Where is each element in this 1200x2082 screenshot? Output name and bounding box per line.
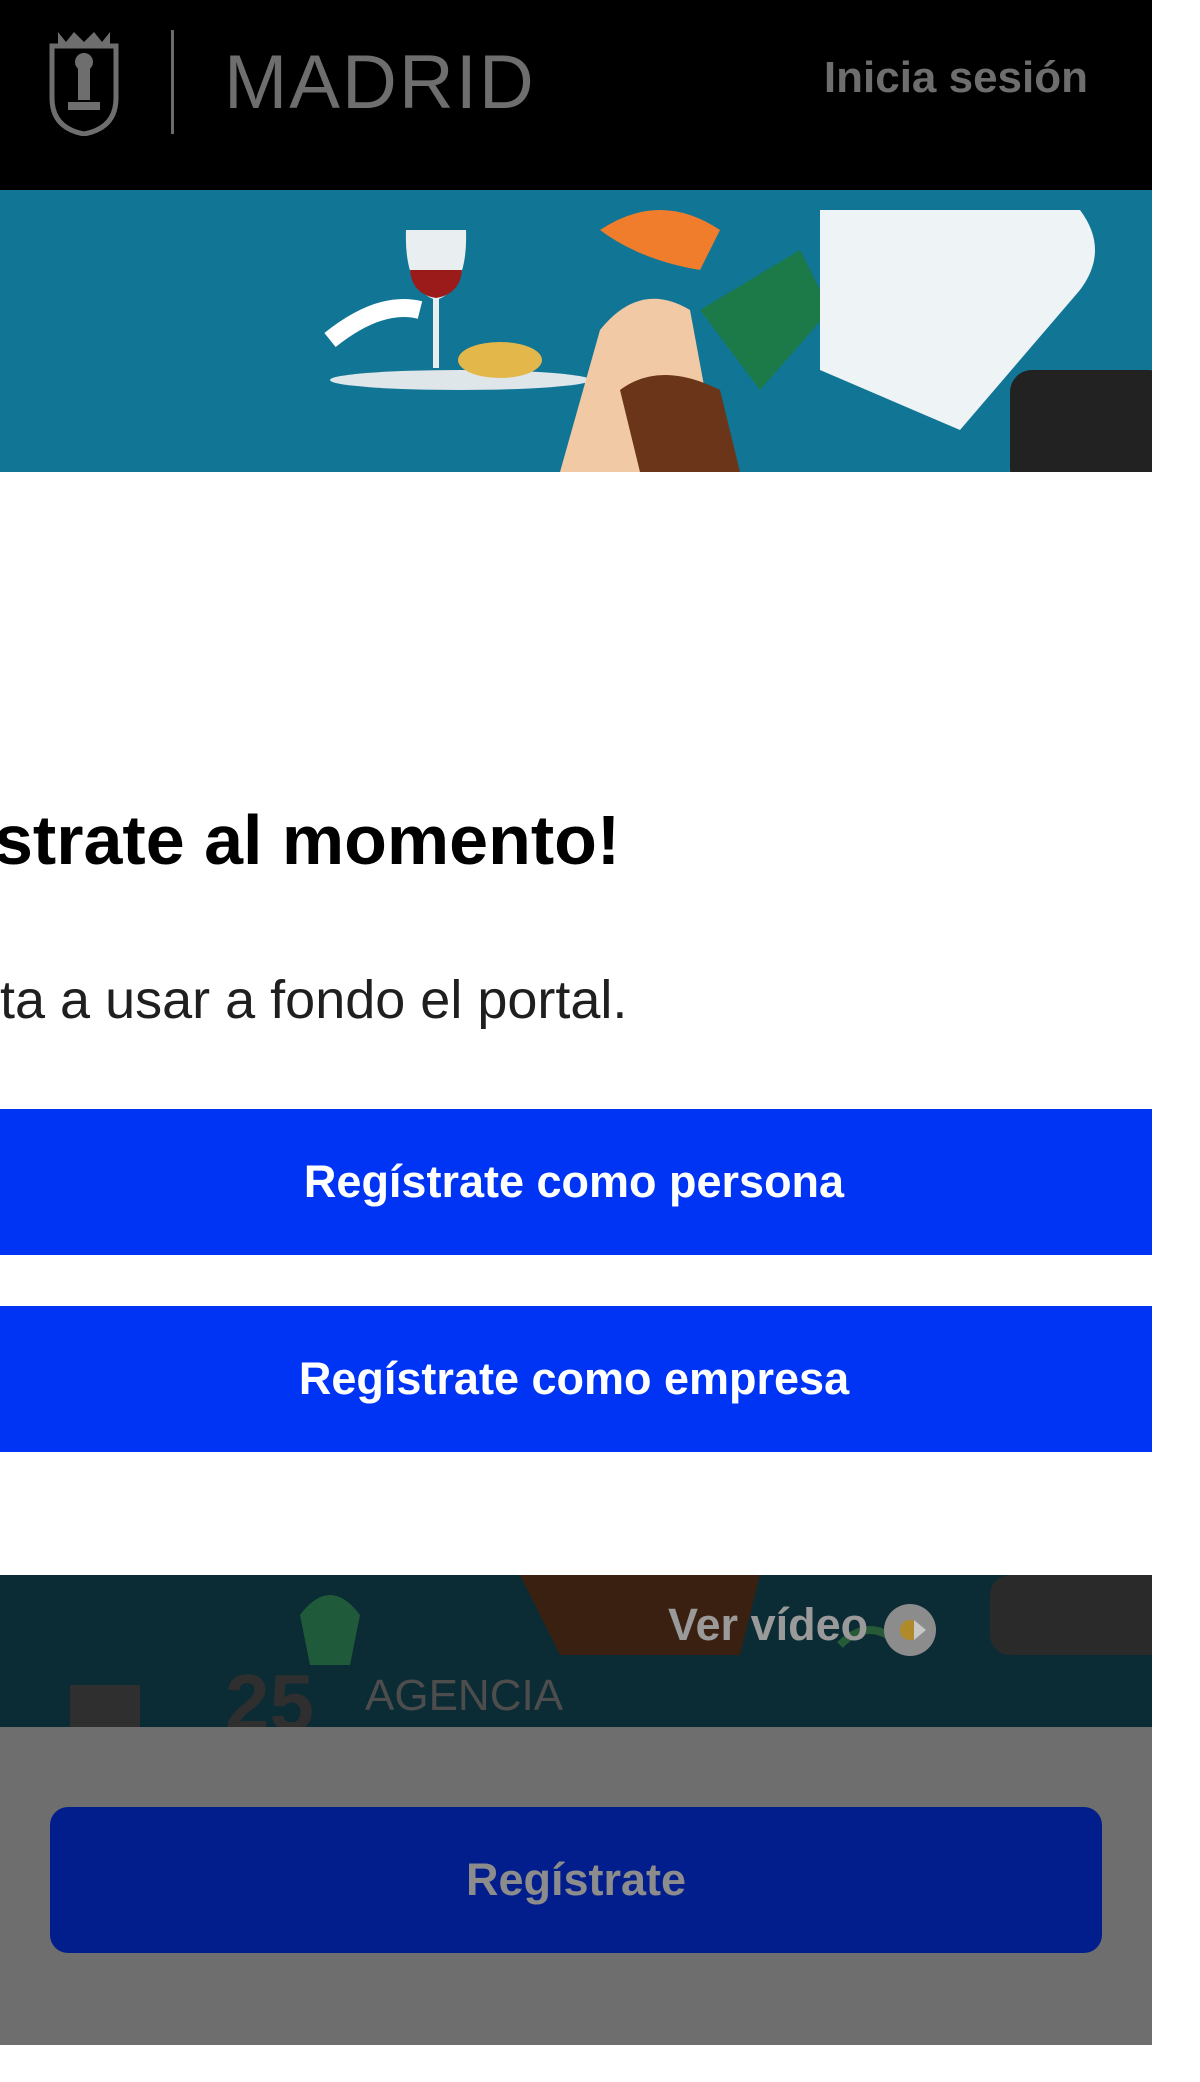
footer-overlay: Regístrate: [0, 1727, 1152, 2045]
register-button-label: Regístrate: [465, 1854, 687, 1905]
modal-heading: strate al momento!: [0, 801, 621, 879]
watch-video-link[interactable]: Ver vídeo: [668, 1595, 868, 1655]
page: MADRID Inicia sesión strate al momento! …: [0, 0, 1152, 2082]
agency-label: AGENCIA: [365, 1671, 564, 1720]
video-banner: 25 AGENCIA Ver vídeo: [0, 1575, 1152, 1727]
header-divider: [171, 30, 174, 134]
madrid-crest-icon: [49, 32, 119, 136]
brand-logo-text: MADRID: [224, 40, 536, 125]
hero-illustration: [0, 190, 1152, 472]
agency-number: 25: [225, 1658, 314, 1728]
register-company-label: Regístrate como empresa: [298, 1353, 850, 1404]
login-link[interactable]: Inicia sesión: [824, 50, 1088, 106]
register-company-button[interactable]: Regístrate como empresa: [0, 1306, 1152, 1452]
play-icon[interactable]: [880, 1600, 940, 1660]
video-banner-art-icon: [0, 1575, 1152, 1727]
hero-art-icon: [0, 190, 1152, 472]
site-header: MADRID Inicia sesión: [0, 0, 1152, 190]
register-button[interactable]: Regístrate: [50, 1807, 1102, 1953]
register-person-label: Regístrate como persona: [303, 1156, 845, 1207]
modal-subtext: ta a usar a fondo el portal.: [0, 970, 628, 1030]
register-person-button[interactable]: Regístrate como persona: [0, 1109, 1152, 1255]
